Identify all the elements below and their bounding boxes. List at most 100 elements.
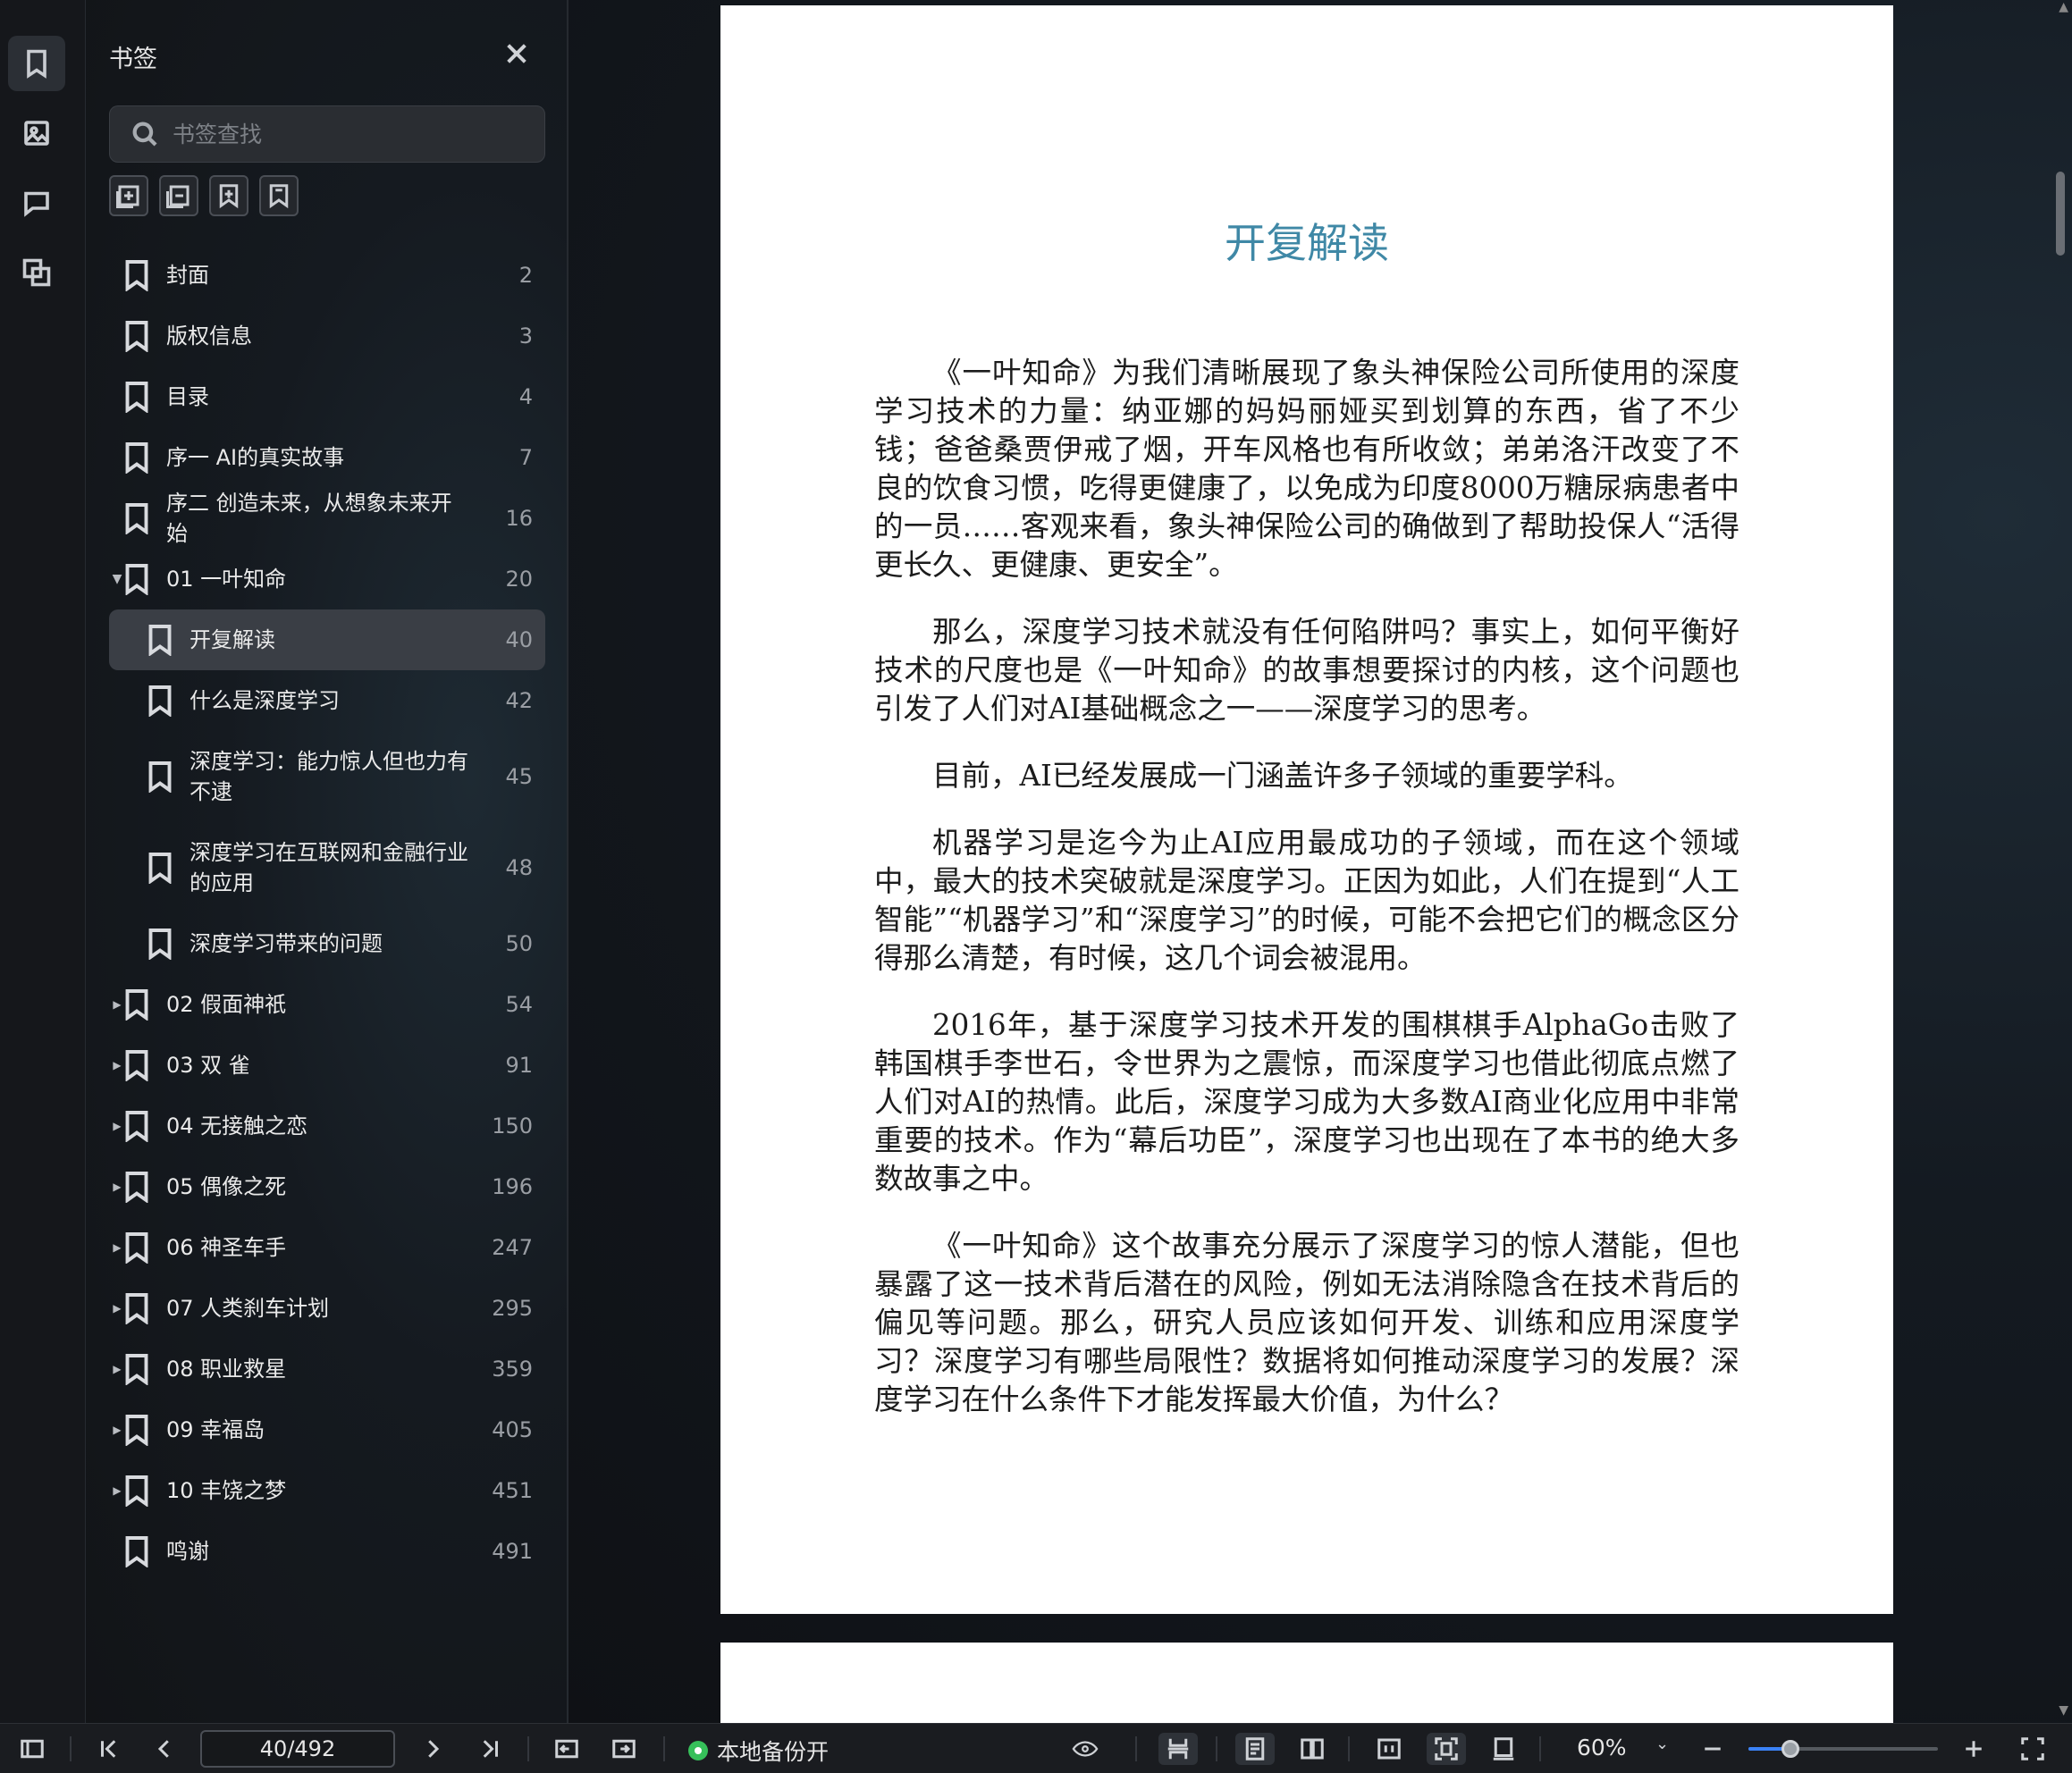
body-paragraph: 《一叶知命》这个故事充分展示了深度学习的惊人潜能，但也暴露了这一技术背后潜在的风… — [874, 1229, 1739, 1416]
bookmark-page-number: 16 — [505, 506, 533, 531]
toggle-sidebar-icon[interactable] — [16, 1733, 48, 1765]
add-bookmark-icon[interactable] — [109, 175, 148, 216]
fit-page-icon[interactable] — [1427, 1733, 1466, 1765]
bookmark-item[interactable]: ▶ 03 双 雀 91 — [109, 1035, 545, 1096]
bookmark-item[interactable]: ▶ 07 人类刹车计划 295 — [109, 1278, 545, 1339]
bookmark-label: 深度学习：能力惊人但也力有不逮 — [190, 749, 468, 804]
search-input[interactable] — [173, 121, 512, 147]
next-page-icon[interactable] — [417, 1733, 449, 1765]
body-paragraph: 机器学习是迄今为止AI应用最成功的子领域，而在这个领域中，最大的技术突破就是深度… — [874, 826, 1739, 975]
bookmark-icon — [123, 259, 150, 292]
bookmark-icon — [123, 1171, 150, 1204]
divider — [1216, 1736, 1217, 1761]
bookmark-label: 07 人类刹车计划 — [166, 1296, 330, 1321]
body-paragraph: 目前，AI已经发展成一门涵盖许多子领域的重要学科。 — [932, 759, 1633, 793]
chapter-title: 开复解读 — [1225, 219, 1389, 267]
bookmark-item[interactable]: 序二 创造未来，从想象未来开始 16 — [109, 488, 545, 549]
backup-label: 本地备份开 — [717, 1739, 830, 1765]
bookmark-page-number: 150 — [492, 1113, 533, 1139]
divider — [1539, 1736, 1541, 1761]
bookmark-item[interactable]: ▶ 02 假面神祇 54 — [109, 974, 545, 1035]
bookmark-item[interactable]: 深度学习带来的问题 50 — [109, 913, 545, 974]
add-child-bookmark-icon[interactable] — [159, 175, 198, 216]
bookmark-icon — [147, 852, 173, 885]
bookmark-item[interactable]: 封面 2 — [109, 245, 545, 306]
body-paragraph: 《一叶知命》为我们清晰展现了象头神保险公司所使用的深度学习技术的力量：纳亚娜的妈… — [874, 356, 1739, 582]
bookmark-icon — [123, 1414, 150, 1447]
actual-size-icon[interactable] — [1486, 1733, 1521, 1765]
zoom-slider[interactable] — [1748, 1740, 1938, 1758]
local-backup-status[interactable]: 本地备份开 — [688, 1735, 829, 1767]
bookmark-item[interactable]: ▶ 08 职业救星 359 — [109, 1339, 545, 1399]
bookmark-label: 鸣谢 — [166, 1539, 209, 1564]
zoom-out-icon[interactable] — [1697, 1733, 1729, 1765]
scroll-up-icon[interactable]: ▲ — [2059, 0, 2068, 14]
divider — [1348, 1736, 1350, 1761]
bookmark-page-number: 42 — [505, 688, 533, 713]
document-viewer[interactable]: 开复解读 《一叶知命》为我们清晰展现了象头神保险公司所使用的深度学习技术的力量：… — [569, 0, 2072, 1723]
bookmark-icon — [123, 1353, 150, 1386]
bookmark-item[interactable]: 序一 AI的真实故事 7 — [109, 427, 545, 488]
bookmark-label: 02 假面神祇 — [166, 992, 287, 1017]
fullscreen-icon[interactable] — [2015, 1733, 2051, 1765]
thumbnail-tab-icon[interactable] — [8, 245, 65, 300]
last-page-icon[interactable] — [474, 1733, 506, 1765]
eye-comfort-icon[interactable] — [1058, 1733, 1112, 1765]
single-page-icon[interactable] — [1235, 1733, 1275, 1765]
navigate-forward-icon[interactable] — [608, 1733, 640, 1765]
bookmark-item[interactable]: ▼ 01 一叶知命 20 — [109, 549, 545, 609]
scroll-down-icon[interactable]: ▼ — [2059, 1703, 2068, 1718]
bookmark-icon — [147, 624, 173, 657]
bookmark-item[interactable]: 版权信息 3 — [109, 306, 545, 366]
previous-page-icon[interactable] — [148, 1733, 181, 1765]
bookmark-label: 目录 — [166, 384, 209, 409]
bookmark-label: 什么是深度学习 — [190, 688, 340, 713]
bookmark-panel: 书签 封面 2 版权信息 3 目录 4 序一 AI的真实故事 7 序二 创造未来，从想象未来开始… — [86, 0, 569, 1723]
scrollbar-thumb[interactable] — [2056, 172, 2065, 256]
bookmark-item[interactable]: ▶ 09 幸福岛 405 — [109, 1399, 545, 1460]
bookmark-item[interactable]: 深度学习：能力惊人但也力有不逮 45 — [109, 731, 545, 822]
bookmark-label: 深度学习在互联网和金融行业的应用 — [190, 840, 468, 895]
bookmark-page-number: 405 — [492, 1417, 533, 1442]
bookmark-tab-icon[interactable] — [8, 36, 65, 91]
sidebar-rail — [0, 0, 86, 1723]
first-page-icon[interactable] — [93, 1733, 125, 1765]
zoom-level[interactable]: 60% — [1577, 1735, 1627, 1760]
continuous-scroll-icon[interactable] — [1158, 1733, 1198, 1765]
divider — [663, 1736, 665, 1761]
bookmark-item[interactable]: ▶ 04 无接触之恋 150 — [109, 1096, 545, 1156]
bookmark-toolbar — [109, 175, 299, 216]
page-number-input[interactable] — [200, 1730, 395, 1768]
image-tab-icon[interactable] — [8, 105, 65, 161]
bookmark-page-number: 45 — [505, 764, 533, 789]
bookmark-label: 09 幸福岛 — [166, 1417, 265, 1442]
bookmark-item[interactable]: 目录 4 — [109, 366, 545, 427]
zoom-in-icon[interactable] — [1958, 1733, 1990, 1765]
divider — [1135, 1736, 1137, 1761]
comment-tab-icon[interactable] — [8, 175, 65, 231]
two-page-icon[interactable] — [1294, 1733, 1330, 1765]
zoom-slider-handle[interactable] — [1781, 1740, 1799, 1758]
navigate-back-icon[interactable] — [551, 1733, 583, 1765]
bookmark-icon — [123, 381, 150, 414]
fit-width-icon[interactable] — [1371, 1733, 1407, 1765]
bookmark-page-number: 491 — [492, 1539, 533, 1564]
backup-status-icon — [688, 1741, 708, 1760]
zoom-dropdown-icon[interactable]: ⌄ — [1655, 1735, 1669, 1753]
bookmark-item[interactable]: ▶ 05 偶像之死 196 — [109, 1156, 545, 1217]
insert-bookmark-icon[interactable] — [209, 175, 248, 216]
bookmark-page-number: 359 — [492, 1357, 533, 1382]
bookmark-item[interactable]: 鸣谢 491 — [109, 1521, 545, 1582]
bookmark-outline-icon[interactable] — [259, 175, 299, 216]
bookmark-page-number: 196 — [492, 1174, 533, 1199]
bookmark-item[interactable]: ▶ 06 神圣车手 247 — [109, 1217, 545, 1278]
bookmark-label: 版权信息 — [166, 324, 252, 349]
bookmark-item[interactable]: 什么是深度学习 42 — [109, 670, 545, 731]
close-icon[interactable] — [502, 39, 531, 68]
bookmark-item[interactable]: 开复解读 40 — [109, 609, 545, 670]
bookmark-item[interactable]: ▶ 10 丰饶之梦 451 — [109, 1460, 545, 1521]
bookmark-item[interactable]: 深度学习在互联网和金融行业的应用 48 — [109, 822, 545, 913]
bookmark-icon — [123, 320, 150, 353]
document-page: 开复解读 《一叶知命》为我们清晰展现了象头神保险公司所使用的深度学习技术的力量：… — [720, 5, 1893, 1614]
bookmark-page-number: 40 — [505, 627, 533, 652]
